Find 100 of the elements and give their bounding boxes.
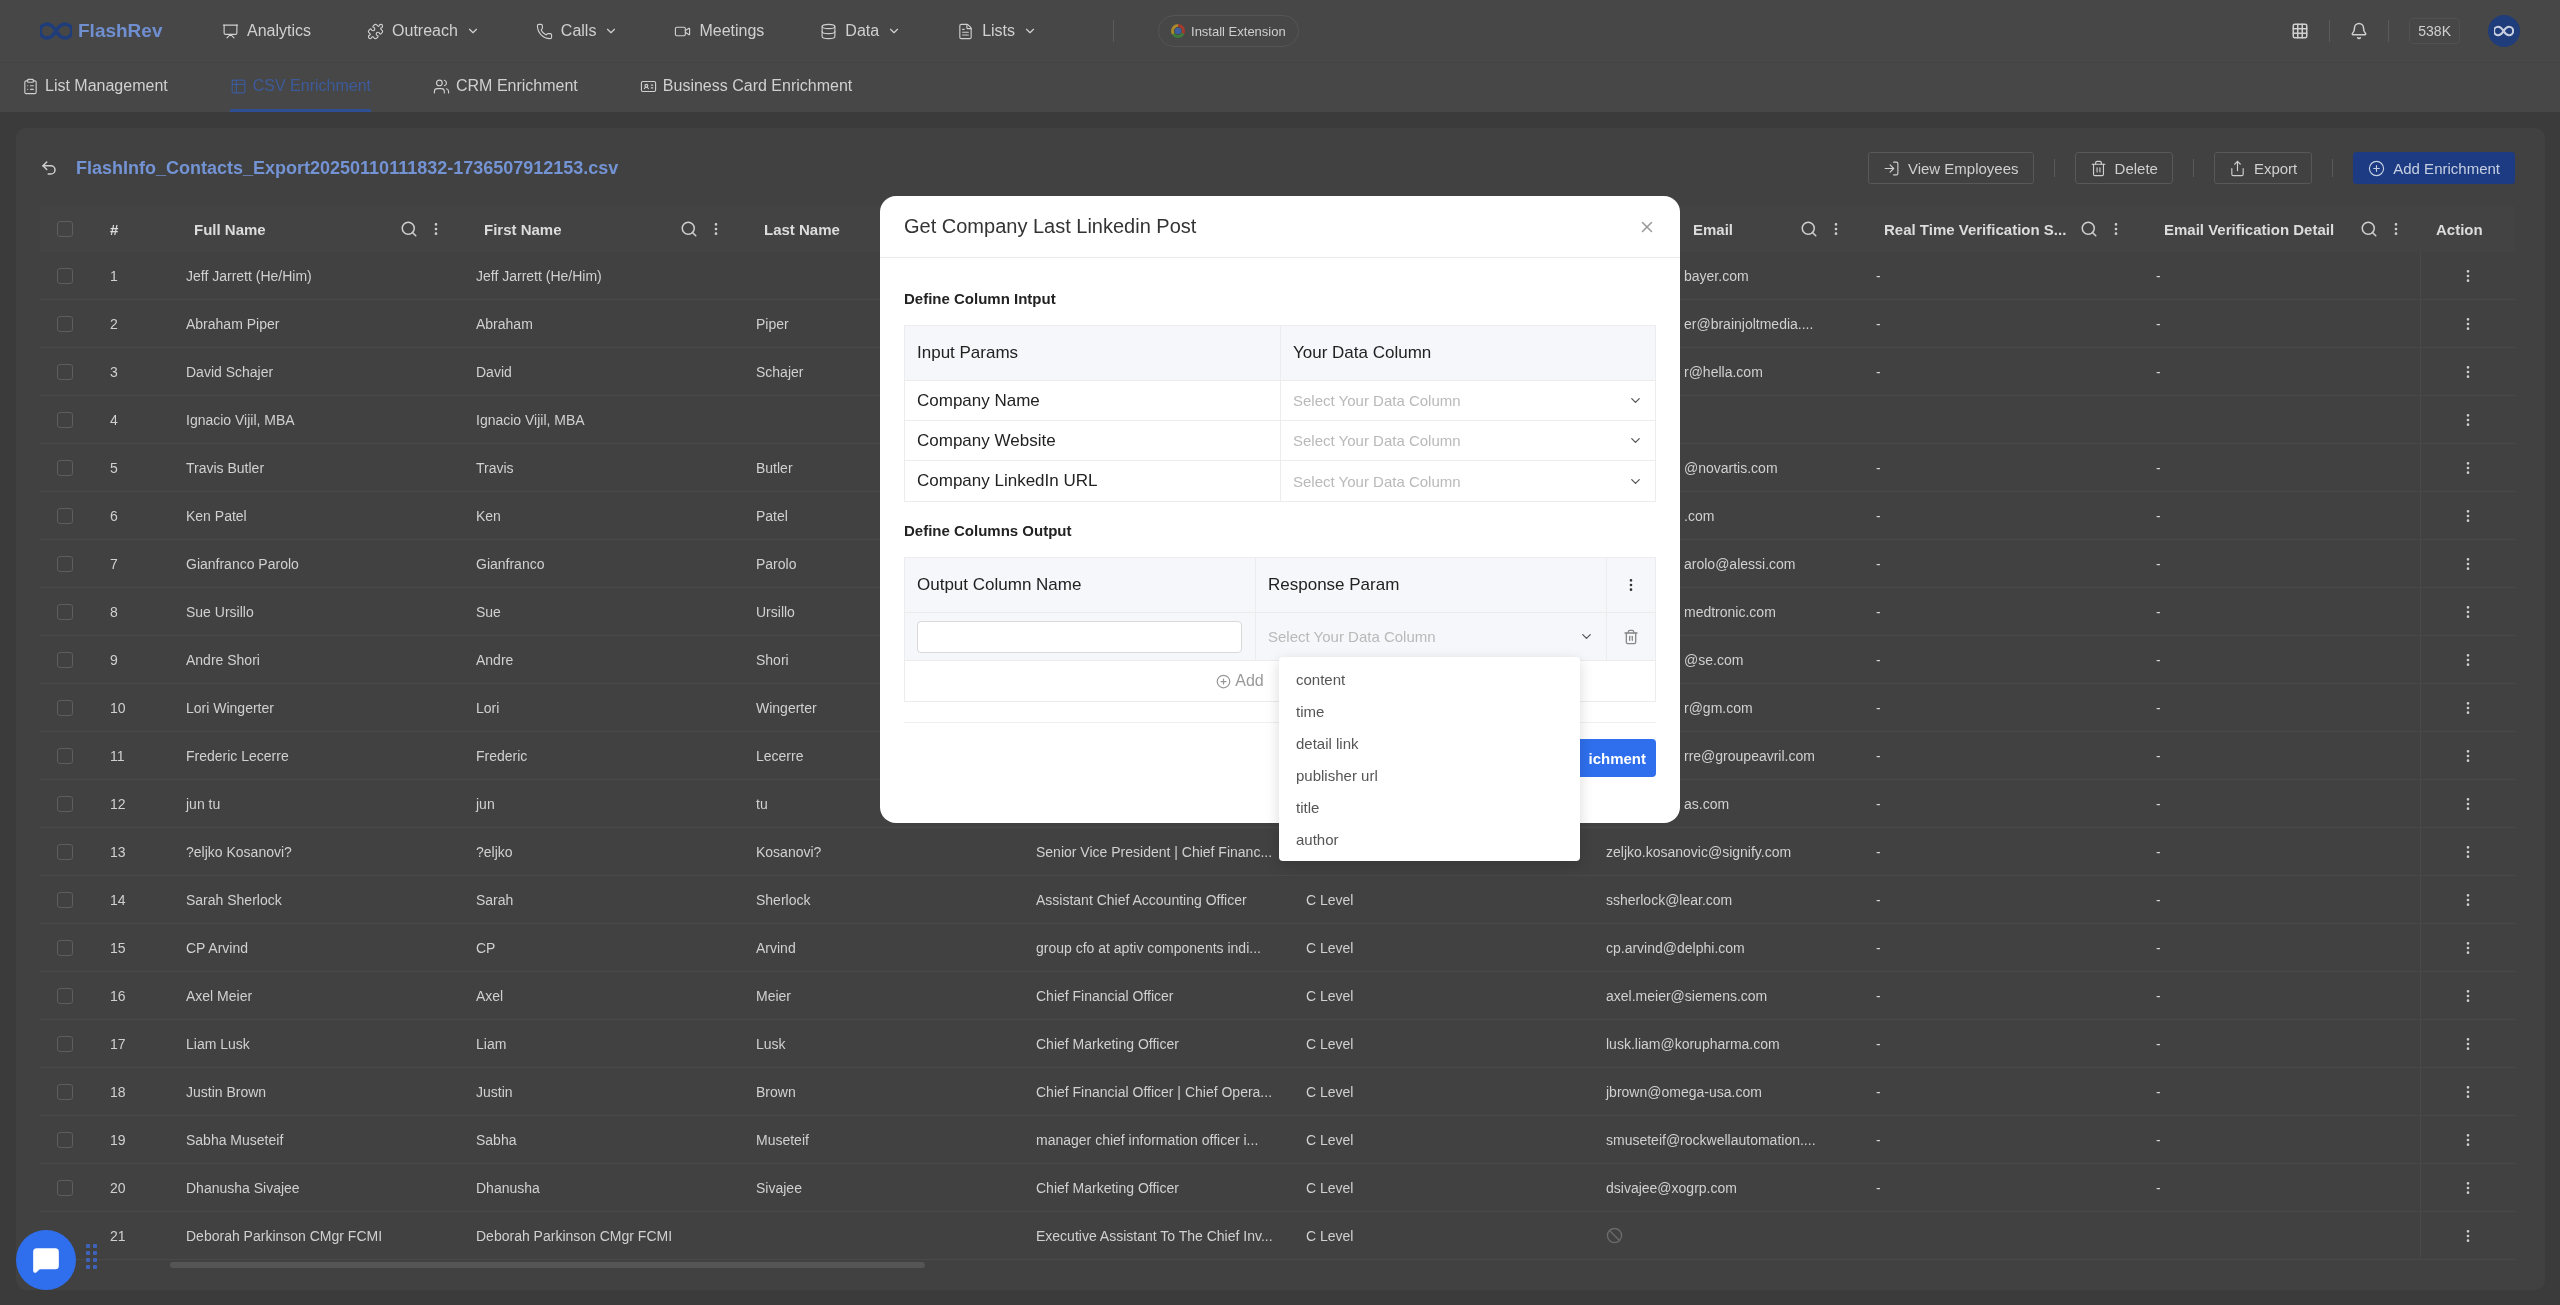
table-cell: Frederic [476, 747, 528, 764]
dropdown-option[interactable]: author [1279, 823, 1580, 855]
dropdown-option[interactable]: content [1279, 663, 1580, 695]
column-header: First Name [484, 220, 562, 238]
row-checkbox[interactable] [57, 987, 73, 1004]
back-icon[interactable] [40, 159, 58, 177]
row-checkbox[interactable] [57, 603, 73, 620]
table-cell: Sabha [476, 1131, 517, 1148]
table-cell: arolo@alessi.com [1684, 555, 1796, 572]
dialpad-icon[interactable] [2291, 22, 2310, 40]
row-checkbox[interactable] [57, 363, 73, 380]
table-cell: Ursillo [756, 603, 795, 620]
dropdown-option[interactable]: time [1279, 695, 1580, 727]
dropdown-option[interactable]: detail link [1279, 727, 1580, 759]
table-cell: 1 [110, 267, 118, 284]
table-cell: - [1876, 939, 1881, 956]
search-icon[interactable] [2080, 220, 2098, 238]
trash-icon[interactable] [1623, 628, 1639, 645]
row-checkbox[interactable] [57, 891, 73, 908]
param-label: Company Website [917, 430, 1056, 451]
infinity-logo-icon [40, 21, 72, 41]
table-cell: - [1876, 315, 1881, 332]
search-icon[interactable] [1800, 220, 1818, 238]
table-cell: Gianfranco [476, 555, 545, 572]
plus-circle-icon [1216, 673, 1232, 689]
toolbar-button[interactable]: Add Enrichment [2353, 152, 2515, 184]
table-cell: zeljko.kosanovic@signify.com [1606, 843, 1792, 860]
table-cell: - [1876, 363, 1881, 380]
share-icon [2228, 159, 2246, 177]
table-cell: Ken Patel [186, 507, 247, 524]
table-cell: 15 [110, 939, 126, 956]
table-cell: - [2156, 891, 2161, 908]
row-checkbox[interactable] [57, 507, 73, 524]
row-checkbox[interactable] [57, 411, 73, 428]
table-cell: CP Arvind [186, 939, 248, 956]
search-icon[interactable] [400, 220, 418, 238]
table-cell: - [2156, 603, 2161, 620]
nav-item[interactable]: Lists [957, 22, 1038, 40]
row-checkbox[interactable] [57, 315, 73, 332]
toolbar-button[interactable]: Delete [2074, 152, 2173, 184]
table-cell: 7 [110, 555, 118, 572]
row-checkbox[interactable] [57, 747, 73, 764]
toolbar-button[interactable]: Export [2213, 152, 2313, 184]
table-cell: 6 [110, 507, 118, 524]
table-cell: - [1876, 795, 1881, 812]
table-cell: Sivajee [756, 1179, 802, 1196]
sub-tab[interactable]: CRM Enrichment [433, 63, 578, 112]
row-checkbox[interactable] [57, 1179, 73, 1196]
install-extension-button[interactable]: Install Extension [1158, 15, 1299, 47]
column-header: Output Column Name [917, 575, 1082, 595]
toolbar-button[interactable]: View Employees [1867, 152, 2034, 184]
search-icon[interactable] [680, 220, 698, 238]
table-cell: Gianfranco Parolo [186, 555, 299, 572]
table-cell: cp.arvind@delphi.com [1606, 939, 1745, 956]
sub-tab[interactable]: Business Card Enrichment [639, 63, 853, 112]
table-cell: - [1876, 843, 1881, 860]
dropdown-option[interactable]: title [1279, 791, 1580, 823]
row-checkbox[interactable] [57, 555, 73, 572]
column-name-input[interactable] [917, 620, 1242, 653]
row-checkbox[interactable] [57, 939, 73, 956]
table-cell: C Level [1306, 1035, 1354, 1052]
row-checkbox[interactable] [57, 459, 73, 476]
row-checkbox[interactable] [57, 795, 73, 812]
table-cell: Sherlock [756, 891, 811, 908]
row-checkbox[interactable] [57, 843, 73, 860]
nav-item[interactable]: Meetings [674, 22, 765, 40]
row-checkbox[interactable] [57, 1083, 73, 1100]
search-icon[interactable] [2360, 220, 2378, 238]
row-checkbox[interactable] [57, 267, 73, 284]
nav-item[interactable]: Analytics [222, 22, 312, 40]
column-header: Input Params [917, 343, 1019, 363]
table-cell: 2 [110, 315, 118, 332]
table-cell: ssherlock@lear.com [1606, 891, 1733, 908]
table-cell: C Level [1306, 1227, 1354, 1244]
nav-item[interactable]: Calls [535, 22, 619, 40]
row-checkbox[interactable] [57, 651, 73, 668]
table-cell: - [1876, 507, 1881, 524]
table-cell: - [2156, 651, 2161, 668]
select-all-checkbox[interactable] [57, 221, 73, 237]
table-cell: Travis Butler [186, 459, 265, 476]
table-cell: 10 [110, 699, 126, 716]
sub-tab[interactable]: List Management [22, 63, 168, 112]
table-cell: dsivajee@xogrp.com [1606, 1179, 1737, 1196]
row-checkbox[interactable] [57, 699, 73, 716]
table-cell: 13 [110, 843, 126, 860]
table-cell: Piper [756, 315, 789, 332]
table-cell: CP [476, 939, 496, 956]
avatar[interactable] [2488, 15, 2520, 47]
drag-handle-icon[interactable] [86, 1244, 97, 1269]
row-checkbox[interactable] [57, 1035, 73, 1052]
table-cell: Andre [476, 651, 514, 668]
table-cell: Lori Wingerter [186, 699, 274, 716]
row-checkbox[interactable] [57, 1131, 73, 1148]
table-cell: - [1876, 891, 1881, 908]
nav-item[interactable]: Data [820, 22, 902, 40]
table-cell: Liam [476, 1035, 507, 1052]
dropdown-option[interactable]: publisher url [1279, 759, 1580, 791]
nav-item[interactable]: Outreach [367, 22, 480, 40]
bell-icon[interactable] [2350, 22, 2369, 40]
table-cell: Brown [756, 1083, 796, 1100]
